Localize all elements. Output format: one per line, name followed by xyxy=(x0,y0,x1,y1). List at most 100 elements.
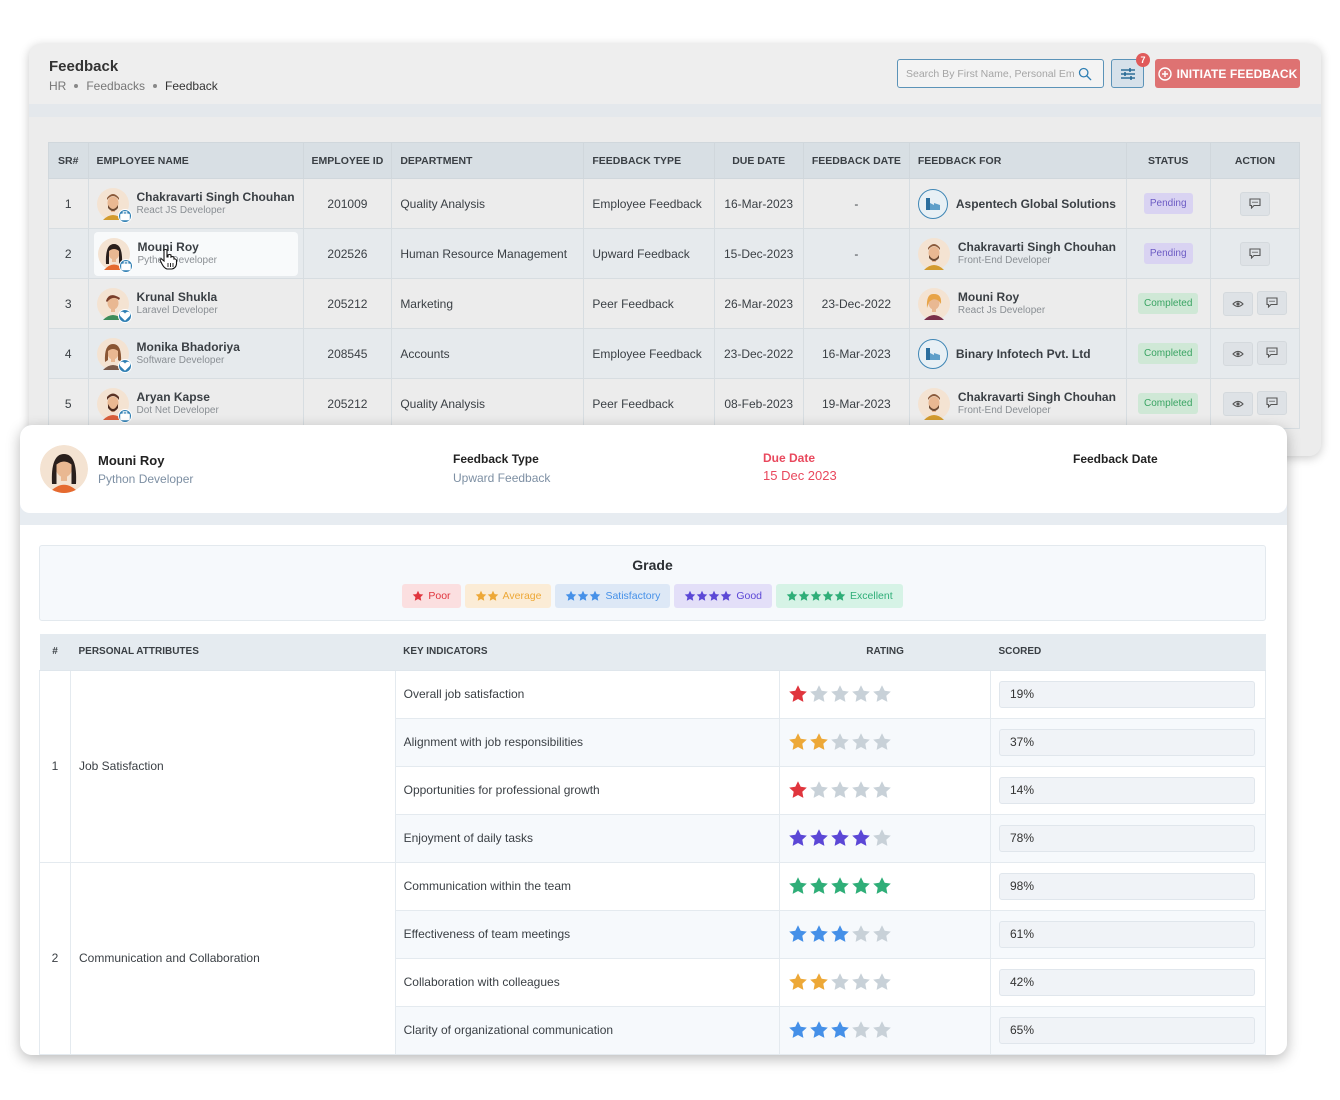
employee-cell[interactable]: Monika Bhadoriya Software Developer xyxy=(87,328,304,379)
star-filled-icon xyxy=(831,925,849,942)
employee-cell[interactable]: Krunal Shukla Laravel Developer xyxy=(87,278,304,329)
rating-cell[interactable] xyxy=(779,861,991,911)
search-input[interactable] xyxy=(906,67,1076,80)
star-rating[interactable] xyxy=(788,1020,982,1040)
star-filled-icon xyxy=(810,829,828,846)
col-feedback-type[interactable]: FEEDBACK TYPE xyxy=(583,142,715,179)
star-empty-icon xyxy=(852,1021,870,1038)
table-row[interactable]: 4 Monika Bhadoriya Software Developer 20… xyxy=(48,328,1301,379)
score-field[interactable]: 14% xyxy=(998,776,1255,804)
table-row[interactable]: 2 Mouni Roy Python Developer 202526 Huma… xyxy=(48,228,1301,279)
status-badge: Completed xyxy=(1138,343,1199,364)
employee-cell[interactable]: Aryan Kapse Dot Net Developer xyxy=(87,378,304,429)
col-feedback-date[interactable]: FEEDBACK DATE xyxy=(802,142,910,179)
score-field[interactable]: 37% xyxy=(998,728,1255,756)
star-empty-icon xyxy=(831,781,849,798)
initiate-feedback-button[interactable]: INITIATE FEEDBACK xyxy=(1155,59,1300,88)
personal-attribute: Job Satisfaction xyxy=(69,669,396,863)
feedback-date-cell: 19-Mar-2023 xyxy=(802,378,910,429)
initiate-feedback-label: INITIATE FEEDBACK xyxy=(1176,66,1298,81)
rating-cell[interactable] xyxy=(779,1005,991,1055)
status-cell: Completed xyxy=(1125,328,1211,379)
employee-name-link[interactable]: Mouni Roy Python Developer xyxy=(93,231,298,276)
comment-button[interactable] xyxy=(1239,191,1270,216)
col-due-date[interactable]: DUE DATE xyxy=(713,142,804,179)
employee-name-link[interactable]: Monika Bhadoriya Software Developer xyxy=(96,337,295,373)
employee-name[interactable]: Aryan Kapse xyxy=(137,390,219,404)
comment-button[interactable] xyxy=(1256,340,1287,365)
star-rating[interactable] xyxy=(788,732,982,752)
employee-name-link[interactable]: Aryan Kapse Dot Net Developer xyxy=(96,387,295,423)
breadcrumb-feedbacks[interactable]: Feedbacks xyxy=(86,79,145,93)
breadcrumb-hr[interactable]: HR xyxy=(49,79,66,93)
col-employee-id[interactable]: EMPLOYEE ID xyxy=(302,142,393,179)
col-rating: RATING xyxy=(779,634,991,671)
star-rating[interactable] xyxy=(788,972,982,992)
star-rating[interactable] xyxy=(788,780,982,800)
star-icon xyxy=(590,590,601,601)
department-cell: Accounts xyxy=(391,328,585,379)
table-row[interactable]: 3 Krunal Shukla Laravel Developer 205212… xyxy=(48,278,1301,329)
grade-stars xyxy=(786,590,846,602)
score-field[interactable]: 98% xyxy=(998,872,1255,900)
feedback-for-cell: Aspentech Global Solutions xyxy=(917,188,1118,219)
col-status[interactable]: STATUS xyxy=(1125,142,1211,179)
search-icon[interactable] xyxy=(1078,67,1092,81)
star-rating[interactable] xyxy=(788,876,982,896)
table-row[interactable]: 1 Chakravarti Singh Chouhan React JS Dev… xyxy=(48,178,1301,229)
employee-id-cell: 201009 xyxy=(302,178,393,229)
star-empty-icon xyxy=(810,685,828,702)
score-field[interactable]: 78% xyxy=(998,824,1255,852)
rating-cell[interactable] xyxy=(779,909,991,959)
employee-cell[interactable]: Mouni Roy Python Developer xyxy=(87,228,304,279)
score-field[interactable]: 65% xyxy=(998,1016,1255,1044)
feedback-for-cell: Chakravarti Singh Chouhan Front-End Deve… xyxy=(917,237,1118,270)
score-field[interactable]: 42% xyxy=(998,968,1255,996)
score-field[interactable]: 61% xyxy=(998,920,1255,948)
col-feedback-for[interactable]: FEEDBACK FOR xyxy=(908,142,1127,179)
grade-title: Grade xyxy=(632,557,673,573)
rating-cell[interactable] xyxy=(779,717,991,767)
employee-name[interactable]: Chakravarti Singh Chouhan xyxy=(137,190,295,204)
col-employee-name[interactable]: EMPLOYEE NAME xyxy=(87,142,304,179)
feedback-for-td: Aspentech Global Solutions xyxy=(908,178,1127,229)
grade-label: Good xyxy=(736,590,763,602)
star-empty-icon xyxy=(873,1021,891,1038)
star-rating[interactable] xyxy=(788,684,982,704)
action-cell xyxy=(1209,378,1301,429)
rating-cell[interactable] xyxy=(779,957,991,1007)
filter-button[interactable]: 7 xyxy=(1111,53,1150,88)
col-department[interactable]: DEPARTMENT xyxy=(391,142,585,179)
table-row[interactable]: 5 Aryan Kapse Dot Net Developer 205212 Q… xyxy=(48,378,1301,429)
score-field[interactable]: 19% xyxy=(998,680,1255,708)
action-cell xyxy=(1209,278,1301,329)
due-date-cell: 26-Mar-2023 xyxy=(713,278,804,329)
avatar xyxy=(917,287,950,320)
status-cell: Pending xyxy=(1125,228,1211,279)
star-rating[interactable] xyxy=(788,924,982,944)
employee-cell[interactable]: Chakravarti Singh Chouhan React JS Devel… xyxy=(87,178,304,229)
scored-cell: 42% xyxy=(989,957,1267,1007)
rating-cell[interactable] xyxy=(779,813,991,863)
star-filled-icon xyxy=(789,685,807,702)
employee-name-link[interactable]: Chakravarti Singh Chouhan React JS Devel… xyxy=(96,187,295,223)
employee-name-link[interactable]: Krunal Shukla Laravel Developer xyxy=(96,287,295,323)
view-button[interactable] xyxy=(1222,292,1253,317)
employee-feedback-table: SR# EMPLOYEE NAME EMPLOYEE ID DEPARTMENT… xyxy=(48,142,1301,429)
comment-button[interactable] xyxy=(1256,290,1287,315)
rating-cell[interactable] xyxy=(779,765,991,815)
star-icon xyxy=(566,590,577,601)
rating-cell[interactable] xyxy=(779,669,991,719)
search-box[interactable] xyxy=(897,59,1104,88)
view-button[interactable] xyxy=(1222,392,1253,417)
breadcrumb: HR Feedbacks Feedback xyxy=(49,79,218,93)
employee-name[interactable]: Monika Bhadoriya xyxy=(137,340,240,354)
employee-name[interactable]: Krunal Shukla xyxy=(137,290,218,304)
comment-button[interactable] xyxy=(1256,390,1287,415)
comment-button[interactable] xyxy=(1239,241,1270,266)
company-logo xyxy=(917,188,948,219)
col-sr[interactable]: SR# xyxy=(48,142,89,179)
star-empty-icon xyxy=(852,925,870,942)
view-button[interactable] xyxy=(1222,342,1253,367)
star-rating[interactable] xyxy=(788,828,982,848)
